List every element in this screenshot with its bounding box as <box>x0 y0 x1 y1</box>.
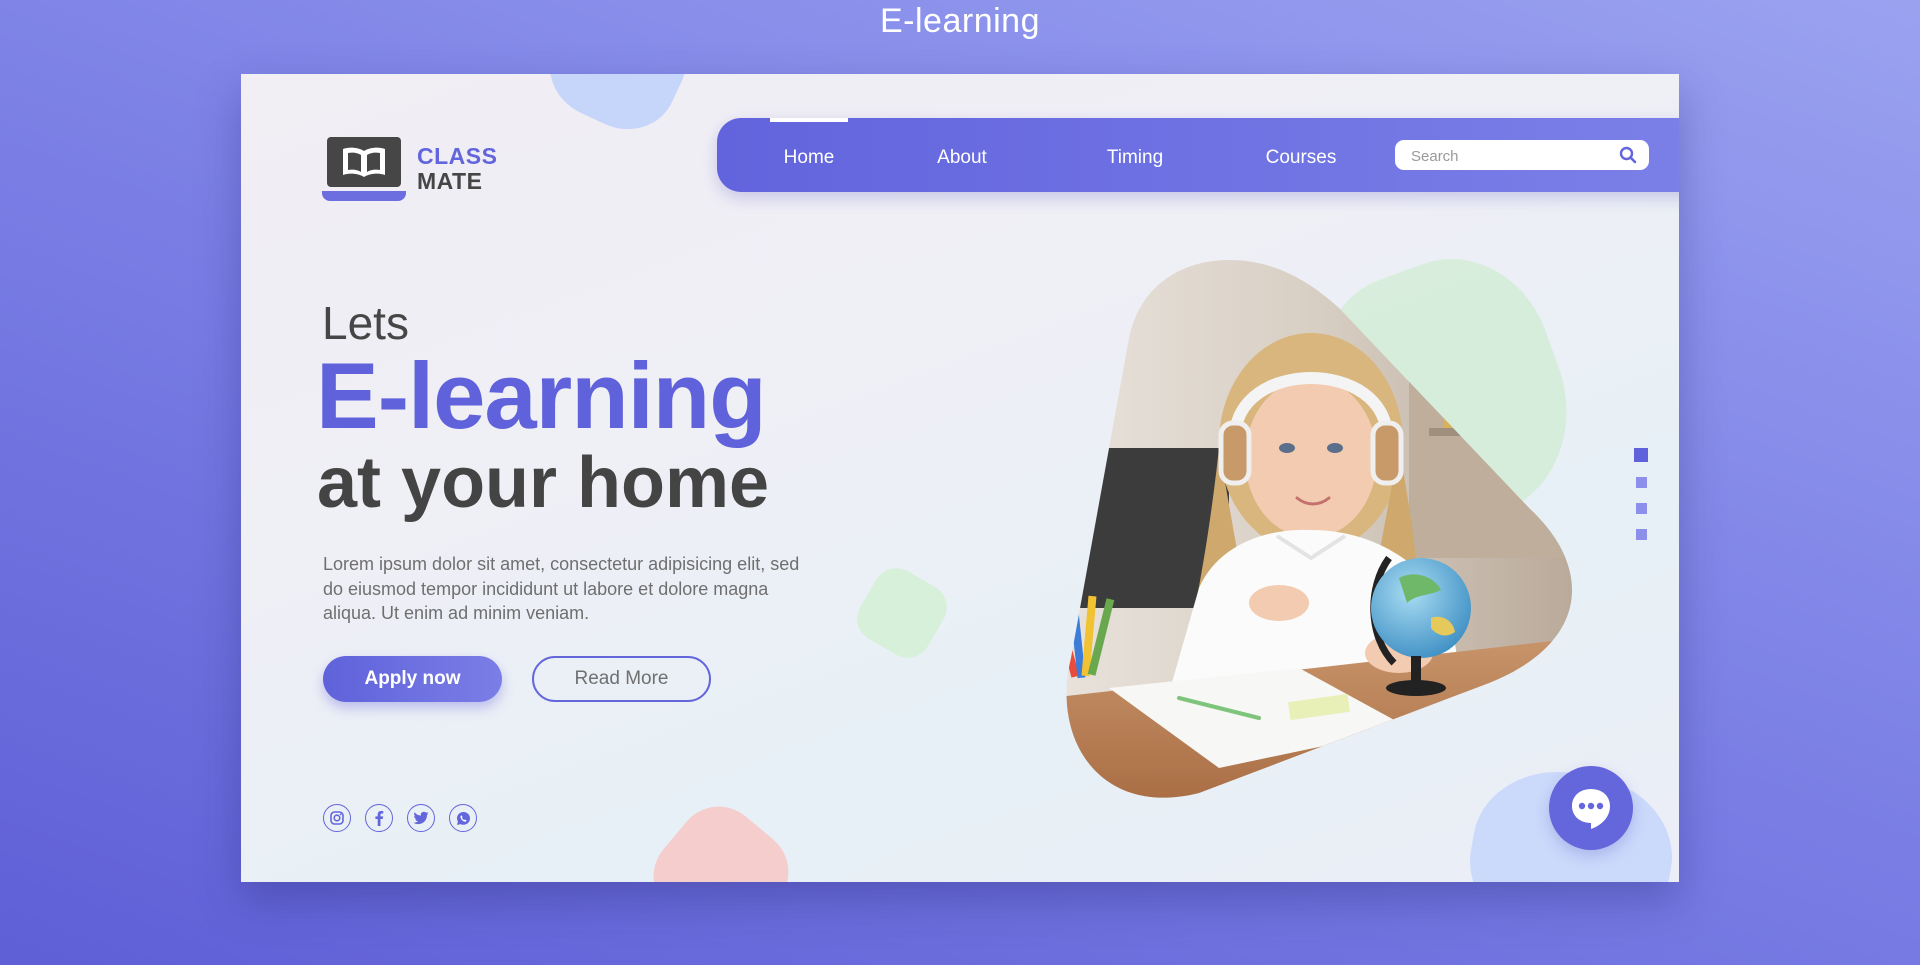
facebook-icon[interactable] <box>365 804 393 832</box>
hero-subtitle: at your home <box>317 443 770 523</box>
slider-dot[interactable] <box>1636 477 1647 488</box>
decorative-blob <box>636 789 806 882</box>
brand-name: CLASS MATE <box>417 144 497 194</box>
nav-item-about[interactable]: About <box>927 118 997 192</box>
brand-logo[interactable]: CLASS MATE <box>322 137 497 207</box>
landing-card: CLASS MATE Home About Timing Courses Let… <box>241 74 1679 882</box>
slider-dot[interactable] <box>1634 448 1648 462</box>
decorative-blob <box>848 559 956 667</box>
laptop-icon <box>327 137 401 187</box>
decorative-blob <box>533 74 703 146</box>
nav-item-courses[interactable]: Courses <box>1255 118 1347 192</box>
brand-line-2: MATE <box>417 168 483 194</box>
laptop-base <box>322 191 406 201</box>
nav-item-home[interactable]: Home <box>770 118 848 192</box>
chat-button[interactable] <box>1549 766 1633 850</box>
twitter-icon[interactable] <box>407 804 435 832</box>
slider-dot[interactable] <box>1636 503 1647 514</box>
chat-bubble-icon <box>1572 789 1610 829</box>
student-photo <box>1066 260 1573 798</box>
main-nav: Home About Timing Courses <box>717 118 1679 192</box>
brand-line-1: CLASS <box>417 143 498 169</box>
whatsapp-icon[interactable] <box>449 804 477 832</box>
page-caption: E-learning <box>880 2 1040 40</box>
slider-pagination <box>1634 448 1648 540</box>
search-input[interactable] <box>1409 143 1608 169</box>
social-links <box>323 804 477 832</box>
search-icon[interactable] <box>1619 146 1637 164</box>
nav-item-timing[interactable]: Timing <box>1095 118 1175 192</box>
read-more-button[interactable]: Read More <box>532 656 711 702</box>
apply-now-button[interactable]: Apply now <box>323 656 502 702</box>
search-box <box>1395 140 1649 170</box>
hero-title: E-learning <box>316 343 767 448</box>
slider-dot[interactable] <box>1636 529 1647 540</box>
instagram-icon[interactable] <box>323 804 351 832</box>
hero-description: Lorem ipsum dolor sit amet, consectetur … <box>323 554 800 623</box>
